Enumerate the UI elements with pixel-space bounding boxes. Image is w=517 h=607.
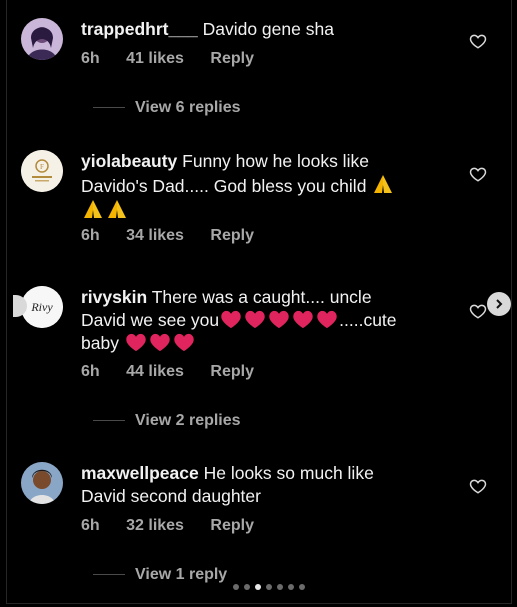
folded-hands-emoji <box>374 175 393 193</box>
comment-body-line2a: David we see you <box>81 310 220 330</box>
red-heart-emoji <box>317 310 337 329</box>
like-count[interactable]: 41 likes <box>126 50 184 67</box>
view-replies-label: View 1 reply <box>135 566 228 583</box>
comment-username[interactable]: trappedhrt___ <box>81 19 198 39</box>
comment-time: 6h <box>81 227 100 244</box>
comment-meta: 6h 44 likes Reply <box>81 363 276 381</box>
comment-time: 6h <box>81 517 100 534</box>
comment-meta: 6h 32 likes Reply <box>81 517 276 535</box>
comment-body-line2: David second daughter <box>81 486 261 506</box>
view-replies-button[interactable]: View 2 replies <box>93 412 241 430</box>
svg-text:Rivy: Rivy <box>30 300 53 314</box>
comment-username[interactable]: yiolabeauty <box>81 151 177 171</box>
replies-divider <box>93 574 125 576</box>
reply-button[interactable]: Reply <box>210 363 254 380</box>
red-heart-emoji <box>269 310 289 329</box>
view-replies-button[interactable]: View 1 reply <box>93 566 227 584</box>
red-heart-emoji <box>221 310 241 329</box>
comment-text: yiolabeauty Funny how he looks like Davi… <box>81 150 421 223</box>
comment-meta: 6h 34 likes Reply <box>81 227 276 245</box>
reply-button[interactable]: Reply <box>210 227 254 244</box>
reply-button[interactable]: Reply <box>210 517 254 534</box>
folded-hands-emoji <box>84 200 102 218</box>
comment-username[interactable]: maxwellpeace <box>81 463 199 483</box>
red-heart-emoji <box>174 333 194 352</box>
replies-divider <box>93 107 125 109</box>
replies-divider <box>93 420 125 422</box>
chevron-right-icon <box>496 299 503 309</box>
folded-hands-emoji <box>108 200 126 218</box>
comment-time: 6h <box>81 50 100 67</box>
avatar[interactable]: Rivy <box>21 286 63 328</box>
carousel-dots <box>233 584 305 590</box>
comment-body-line2b: .....cute <box>339 310 397 330</box>
svg-text:F: F <box>40 163 44 171</box>
avatar[interactable] <box>21 18 63 60</box>
comment-body-line1: Funny how he looks like <box>182 151 369 171</box>
comment-body-line1: There was a caught.... uncle <box>151 287 372 307</box>
like-count[interactable]: 44 likes <box>126 363 184 380</box>
carousel-dot[interactable] <box>266 584 272 590</box>
heart-icon[interactable] <box>469 477 487 495</box>
like-count[interactable]: 34 likes <box>126 227 184 244</box>
view-replies-button[interactable]: View 6 replies <box>93 99 241 117</box>
carousel-dot[interactable] <box>277 584 283 590</box>
avatar[interactable] <box>21 462 63 504</box>
red-heart-emoji <box>150 333 170 352</box>
comment-meta: 6h 41 likes Reply <box>81 50 276 68</box>
comment-username[interactable]: rivyskin <box>81 287 147 307</box>
red-heart-emoji <box>126 333 146 352</box>
carousel-dot[interactable] <box>299 584 305 590</box>
avatar[interactable]: F <box>21 150 63 192</box>
heart-icon[interactable] <box>469 165 487 183</box>
comments-panel: trappedhrt___ Davido gene sha 6h 41 like… <box>6 0 512 604</box>
heart-icon[interactable] <box>469 32 487 50</box>
view-replies-label: View 6 replies <box>135 99 241 116</box>
carousel-dot[interactable] <box>288 584 294 590</box>
red-heart-emoji <box>245 310 265 329</box>
comment-text: rivyskin There was a caught.... uncle Da… <box>81 286 421 355</box>
carousel-dot[interactable] <box>255 584 261 590</box>
heart-icon[interactable] <box>469 302 487 320</box>
comment-text: trappedhrt___ Davido gene sha <box>81 18 421 41</box>
comment-text: maxwellpeace He looks so much like David… <box>81 462 421 508</box>
view-replies-label: View 2 replies <box>135 412 241 429</box>
carousel-dot[interactable] <box>244 584 250 590</box>
comment-time: 6h <box>81 363 100 380</box>
carousel-dot[interactable] <box>233 584 239 590</box>
carousel-next-button[interactable] <box>487 292 511 316</box>
comment-body-line2: Davido's Dad..... God bless you child <box>81 176 367 196</box>
like-count[interactable]: 32 likes <box>126 517 184 534</box>
red-heart-emoji <box>293 310 313 329</box>
comment-body-line1: He looks so much like <box>203 463 374 483</box>
comment-body: Davido gene sha <box>202 19 334 39</box>
comment-body-line3: baby <box>81 333 119 353</box>
reply-button[interactable]: Reply <box>210 50 254 67</box>
